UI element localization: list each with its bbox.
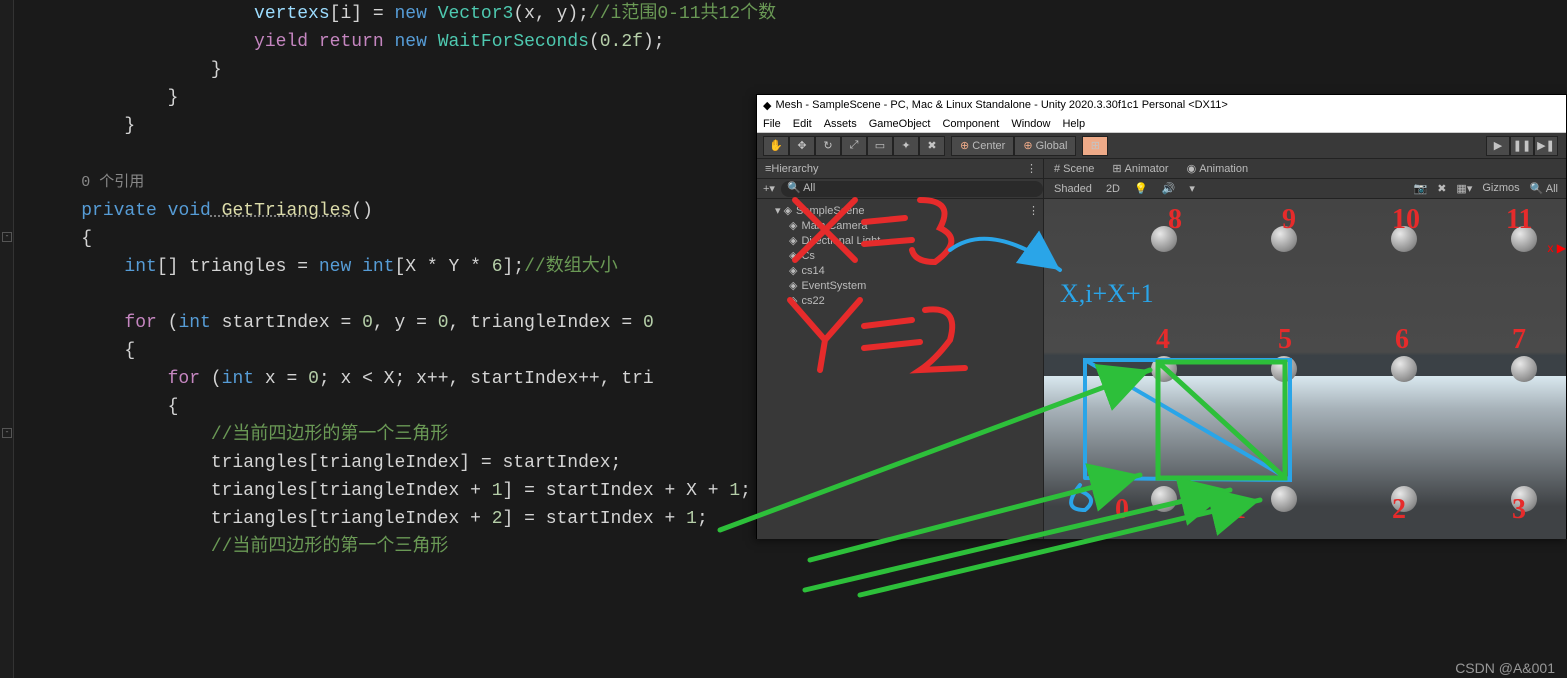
add-icon[interactable]: +▾ [763,182,775,195]
hierarchy-panel[interactable]: ≡ Hierarchy⋮ +▾ 🔍 All ▾ ◈ SampleScene⋮ ◈ … [757,159,1044,539]
menu-edit[interactable]: Edit [793,118,812,130]
gizmos-dropdown[interactable]: Gizmos [1482,182,1519,195]
editor-gutter: - - [0,0,14,678]
menu-component[interactable]: Component [942,118,999,130]
scale-tool-icon[interactable]: ⤢ [841,136,867,156]
vertex-sphere[interactable] [1391,356,1417,382]
shaded-dropdown[interactable]: Shaded [1054,183,1092,195]
hierarchy-item[interactable]: ◈ cs22 [761,293,1039,308]
vertex-sphere[interactable] [1391,226,1417,252]
scene-camera-icon[interactable]: 📷 [1414,182,1428,195]
window-title: Mesh - SampleScene - PC, Mac & Linux Sta… [775,99,1227,111]
2d-toggle[interactable]: 2D [1106,183,1120,195]
scene-row[interactable]: ▾ ◈ SampleScene⋮ [761,203,1039,218]
pivot-center-toggle[interactable]: ⊕ Center [951,136,1014,156]
axis-gizmo-x-icon[interactable]: x ▶ [1547,241,1566,255]
scene-grid-icon[interactable]: ▦▾ [1456,182,1472,195]
unity-logo-icon: ◆ [763,99,771,112]
fold-mark[interactable]: - [2,428,12,438]
unity-toolbar: ✋ ✥ ↻ ⤢ ▭ ✦ ✖ ⊕ Center ⊕ Global ⊞ ▶ ❚❚ ▶… [757,133,1566,159]
step-button-icon[interactable]: ▶❚ [1534,136,1558,156]
unity-title-bar[interactable]: ◆ Mesh - SampleScene - PC, Mac & Linux S… [757,95,1566,115]
transform-tool-icon[interactable]: ✦ [893,136,919,156]
vertex-sphere[interactable] [1271,356,1297,382]
vertex-sphere[interactable] [1271,226,1297,252]
custom-tool-icon[interactable]: ✖ [919,136,945,156]
hierarchy-item[interactable]: ◈ Cs [761,248,1039,263]
unity-window[interactable]: ◆ Mesh - SampleScene - PC, Mac & Linux S… [756,94,1567,539]
vertex-sphere[interactable] [1151,226,1177,252]
vertex-sphere[interactable] [1391,486,1417,512]
scene-viewport[interactable]: x ▶ [1044,199,1566,539]
scene-panel[interactable]: # Scene ⊞ Animator ◉ Animation Shaded 2D… [1044,159,1566,539]
scene-tab[interactable]: # Scene [1054,163,1094,175]
hierarchy-tab[interactable]: ≡ Hierarchy⋮ [757,159,1043,179]
vertex-sphere[interactable] [1271,486,1297,512]
menu-file[interactable]: File [763,118,781,130]
vertex-sphere[interactable] [1151,356,1177,382]
vertex-sphere[interactable] [1511,356,1537,382]
animator-tab[interactable]: ⊞ Animator [1112,162,1168,175]
code-token: vertexs [254,4,330,24]
panel-menu-icon[interactable]: ⋮ [1026,162,1037,175]
rotate-tool-icon[interactable]: ↻ [815,136,841,156]
hierarchy-item[interactable]: ◈ Main Camera [761,218,1039,233]
menu-gameobject[interactable]: GameObject [869,118,931,130]
reference-hint[interactable]: 0 个引用 [81,174,144,191]
hierarchy-search[interactable]: 🔍 All [781,181,1043,197]
hand-tool-icon[interactable]: ✋ [763,136,789,156]
menu-help[interactable]: Help [1062,118,1085,130]
vertex-sphere[interactable] [1511,486,1537,512]
scene-menu-icon[interactable]: ⋮ [1028,204,1039,217]
scene-fx-icon[interactable]: ▾ [1189,182,1195,195]
scene-light-icon[interactable]: 💡 [1134,182,1148,195]
watermark: CSDN @A&001 [1455,660,1555,676]
hierarchy-item[interactable]: ◈ cs14 [761,263,1039,278]
pause-button-icon[interactable]: ❚❚ [1510,136,1534,156]
vertex-sphere[interactable] [1511,226,1537,252]
unity-menu-bar[interactable]: File Edit Assets GameObject Component Wi… [757,115,1566,133]
scene-tools-icon[interactable]: ✖ [1437,182,1446,195]
local-global-toggle[interactable]: ⊕ Global [1014,136,1076,156]
hierarchy-tree[interactable]: ▾ ◈ SampleScene⋮ ◈ Main Camera ◈ Directi… [757,199,1043,312]
menu-window[interactable]: Window [1011,118,1050,130]
hierarchy-item[interactable]: ◈ Directional Light [761,233,1039,248]
animation-tab[interactable]: ◉ Animation [1187,162,1249,175]
scene-audio-icon[interactable]: 🔊 [1162,182,1176,195]
vertex-sphere[interactable] [1151,486,1177,512]
hierarchy-item[interactable]: ◈ EventSystem [761,278,1039,293]
fold-mark[interactable]: - [2,232,12,242]
snap-toggle-icon[interactable]: ⊞ [1082,136,1108,156]
scene-search-icon[interactable]: 🔍 All [1530,182,1558,195]
rect-tool-icon[interactable]: ▭ [867,136,893,156]
play-button-icon[interactable]: ▶ [1486,136,1510,156]
move-tool-icon[interactable]: ✥ [789,136,815,156]
menu-assets[interactable]: Assets [824,118,857,130]
